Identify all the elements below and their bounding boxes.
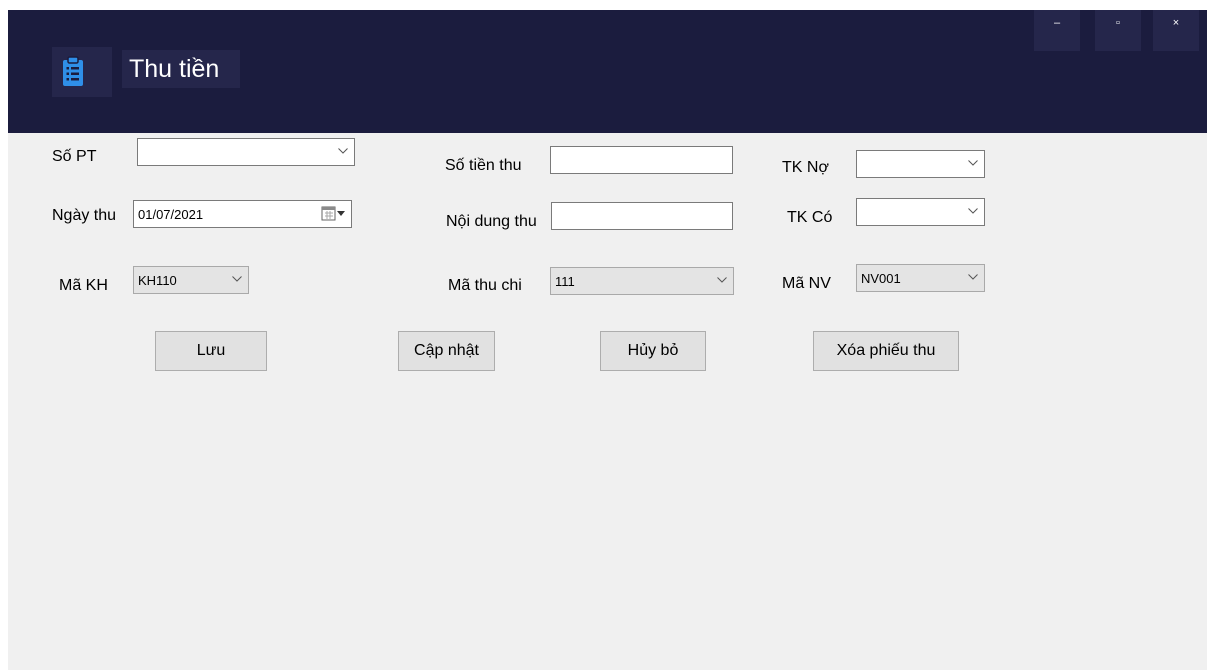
ma-kh-combobox[interactable]: KH110 [133,266,249,294]
so-pt-combobox[interactable] [137,138,355,166]
maximize-icon: ▫ [1116,17,1120,29]
chevron-down-icon [968,208,978,214]
ngay-thu-label: Ngày thu [52,207,117,224]
ma-nv-label: Mã NV [782,275,831,292]
ngay-thu-datepicker[interactable]: 01/07/2021 [133,200,352,228]
form-window: Thu tiền – ▫ × Số PT Ngày thu 01/07/2021 [8,10,1207,670]
close-button[interactable]: × [1153,10,1199,51]
luu-button[interactable]: Lưu [155,331,267,371]
noi-dung-thu-input[interactable] [551,202,733,230]
huy-bo-button[interactable]: Hủy bỏ [600,331,706,371]
window-title-box: Thu tiền [122,50,240,88]
minimize-button[interactable]: – [1034,10,1080,51]
ma-nv-value: NV001 [861,271,901,286]
window-title: Thu tiền [129,55,220,83]
ma-thu-chi-label: Mã thu chi [448,277,522,294]
chevron-down-icon [968,274,978,280]
tk-no-combobox[interactable] [856,150,985,178]
chevron-down-icon [232,276,242,282]
minimize-icon: – [1053,17,1061,29]
so-tien-thu-input[interactable] [550,146,733,174]
so-pt-label: Số PT [52,148,97,165]
chevron-down-icon [717,277,727,283]
noi-dung-thu-label: Nội dung thu [446,213,537,230]
ngay-thu-value: 01/07/2021 [138,207,204,222]
clipboard-list-icon [52,47,112,97]
maximize-button[interactable]: ▫ [1095,10,1141,51]
xoa-phieu-thu-button[interactable]: Xóa phiếu thu [813,331,959,371]
tk-co-combobox[interactable] [856,198,985,226]
chevron-down-icon [968,160,978,166]
title-bar: Thu tiền – ▫ × [8,10,1207,133]
so-tien-thu-label: Số tiền thu [445,157,522,174]
ma-thu-chi-combobox[interactable]: 111 [550,267,734,295]
ma-thu-chi-value: 111 [555,274,575,289]
tk-co-label: TK Có [787,209,833,226]
calendar-icon [321,206,345,221]
chevron-down-icon [338,148,348,154]
ma-nv-combobox[interactable]: NV001 [856,264,985,292]
tk-no-label: TK Nợ [782,159,829,176]
ma-kh-label: Mã KH [59,277,108,294]
close-icon: × [1172,17,1180,29]
cap-nhat-button[interactable]: Cập nhật [398,331,495,371]
ma-kh-value: KH110 [138,273,177,288]
